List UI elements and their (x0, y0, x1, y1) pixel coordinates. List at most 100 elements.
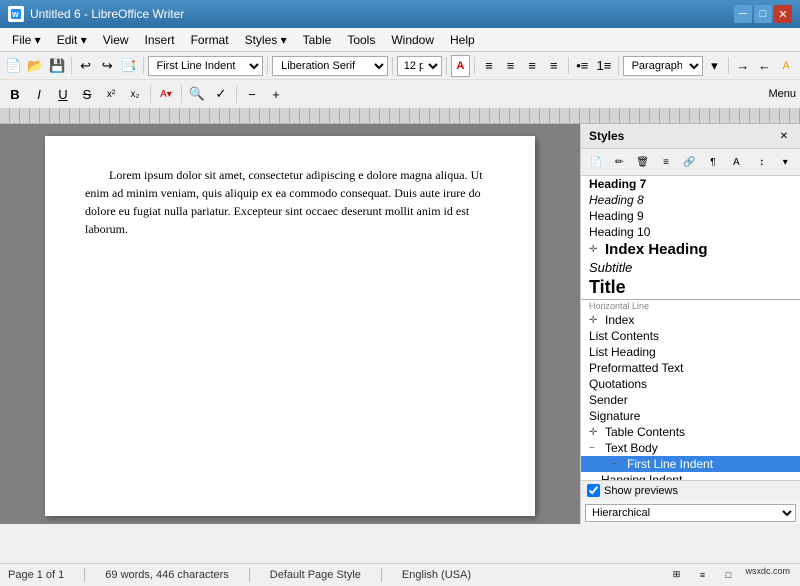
style-item-hline[interactable]: Horizontal Line (581, 299, 800, 312)
style-item-heading7[interactable]: Heading 7 (581, 176, 800, 192)
list-numbered-button[interactable]: 1≡ (594, 55, 614, 77)
open-button[interactable]: 📂 (26, 55, 46, 77)
style-item-list-heading[interactable]: List Heading (581, 344, 800, 360)
menu-styles[interactable]: Styles ▾ (237, 31, 295, 49)
style-item-preformatted[interactable]: Preformatted Text (581, 360, 800, 376)
subscript-button[interactable]: x₂ (124, 83, 146, 105)
text-body-expander[interactable]: − (589, 443, 601, 454)
style-item-heading9[interactable]: Heading 9 (581, 208, 800, 224)
zoom-out[interactable]: − (241, 83, 263, 105)
style-item-index-heading[interactable]: ✛ Index Heading (581, 240, 800, 259)
text-body-label: Text Body (605, 441, 658, 455)
style-item-sender[interactable]: Sender (581, 392, 800, 408)
style-item-heading10[interactable]: Heading 10 (581, 224, 800, 240)
view-mode-dropdown[interactable]: Hierarchical (585, 504, 796, 522)
indent-more-button[interactable]: → (733, 55, 753, 77)
style-item-table-contents[interactable]: ✛ Table Contents (581, 424, 800, 440)
paragraph-more[interactable]: ▾ (705, 55, 725, 77)
list-bullet-button[interactable]: •≡ (572, 55, 592, 77)
menu-file[interactable]: File ▾ (4, 31, 49, 49)
style-item-list-contents[interactable]: List Contents (581, 328, 800, 344)
justify-button[interactable]: ≡ (544, 55, 564, 77)
font-color-button[interactable]: A (451, 55, 471, 77)
size-selector[interactable]: 12 pt (397, 56, 442, 76)
style-item-first-line-indent[interactable]: − First Line Indent (581, 456, 800, 472)
table-contents-label: Table Contents (605, 425, 685, 439)
zoom-in[interactable]: + (265, 83, 287, 105)
new-button[interactable]: 📄 (4, 55, 24, 77)
style-item-subtitle[interactable]: Subtitle (581, 259, 800, 276)
style-sort-btn[interactable]: ↕ (751, 151, 772, 173)
align-right-button[interactable]: ≡ (522, 55, 542, 77)
styles-list[interactable]: Heading 7 Heading 8 Heading 9 Heading 10… (581, 176, 800, 480)
bold-button[interactable]: B (4, 83, 26, 105)
status-icon2[interactable]: ≡ (691, 564, 713, 586)
styles-footer: Show previews (581, 480, 800, 500)
menu-format[interactable]: Format (183, 31, 237, 49)
page-info: Page 1 of 1 (8, 569, 64, 581)
paragraph-selector[interactable]: Paragraph (623, 56, 703, 76)
menu-help[interactable]: Help (442, 31, 483, 49)
align-center-button[interactable]: ≡ (501, 55, 521, 77)
first-line-expander[interactable]: − (611, 459, 623, 470)
style-options-btn[interactable]: ▾ (775, 151, 796, 173)
style-item-signature[interactable]: Signature (581, 408, 800, 424)
superscript-button[interactable]: x² (100, 83, 122, 105)
menu-view[interactable]: View (95, 31, 137, 49)
undo-button[interactable]: ↩ (76, 55, 96, 77)
menu-insert[interactable]: Insert (137, 31, 183, 49)
font-selector[interactable]: Liberation Serif (272, 56, 388, 76)
style-item-text-body[interactable]: − Text Body (581, 440, 800, 456)
indent-less-button[interactable]: ← (755, 55, 775, 77)
menu-label-right: Menu (768, 88, 796, 100)
minimize-button[interactable]: ─ (734, 5, 752, 23)
status-icon1[interactable]: ⊞ (665, 564, 687, 586)
align-left-button[interactable]: ≡ (479, 55, 499, 77)
status-sep2 (249, 568, 250, 582)
style-para-btn[interactable]: ¶ (702, 151, 723, 173)
spell-button[interactable]: ✓ (210, 83, 232, 105)
highlight-button[interactable]: A (776, 55, 796, 77)
italic-button[interactable]: I (28, 83, 50, 105)
status-icons: ⊞ ≡ □ wsxdc.com (665, 564, 792, 586)
show-previews-checkbox[interactable] (587, 484, 600, 497)
style-item-hanging-indent[interactable]: Hanging Indent (581, 472, 800, 480)
close-button[interactable]: ✕ (774, 5, 792, 23)
menu-window[interactable]: Window (383, 31, 442, 49)
sep5 (446, 57, 447, 75)
page-count: Page 1 of 1 (8, 569, 64, 581)
style-char-btn[interactable]: A (726, 151, 747, 173)
index-expander[interactable]: ✛ (589, 315, 601, 326)
menu-table[interactable]: Table (295, 31, 340, 49)
status-icon3[interactable]: □ (717, 564, 739, 586)
style-filter-btn[interactable]: ≡ (655, 151, 676, 173)
underline-button[interactable]: U (52, 83, 74, 105)
style-selector[interactable]: First Line Indent (148, 56, 264, 76)
style-link-btn[interactable]: 🔗 (679, 151, 700, 173)
styles-close-button[interactable]: ✕ (776, 128, 792, 144)
save-button[interactable]: 💾 (47, 55, 67, 77)
style-delete-btn[interactable]: 🗑 (632, 151, 653, 173)
find-button[interactable]: 🔍 (186, 83, 208, 105)
menu-tools[interactable]: Tools (339, 31, 383, 49)
index-heading-expander[interactable]: ✛ (589, 244, 601, 255)
maximize-button[interactable]: □ (754, 5, 772, 23)
sep12 (236, 85, 237, 103)
table-contents-expander[interactable]: ✛ (589, 427, 601, 438)
redo-button[interactable]: ↪ (97, 55, 117, 77)
document-content[interactable]: Lorem ipsum dolor sit amet, consectetur … (85, 166, 495, 238)
style-edit-btn[interactable]: ✏ (608, 151, 629, 173)
status-sep1 (84, 568, 85, 582)
strikethrough-button[interactable]: S (76, 83, 98, 105)
menu-edit[interactable]: Edit ▾ (49, 31, 95, 49)
style-new-btn[interactable]: 📄 (585, 151, 606, 173)
char-color-button[interactable]: A▾ (155, 83, 177, 105)
word-count-text: 69 words, 446 characters (105, 569, 229, 581)
app-icon: W (8, 6, 24, 22)
window-title: Untitled 6 - LibreOffice Writer (30, 7, 184, 21)
style-item-title[interactable]: Title (581, 276, 800, 299)
style-item-quotations[interactable]: Quotations (581, 376, 800, 392)
style-item-index[interactable]: ✛ Index (581, 312, 800, 328)
pdf-button[interactable]: 📑 (119, 55, 139, 77)
style-item-heading8[interactable]: Heading 8 (581, 192, 800, 208)
